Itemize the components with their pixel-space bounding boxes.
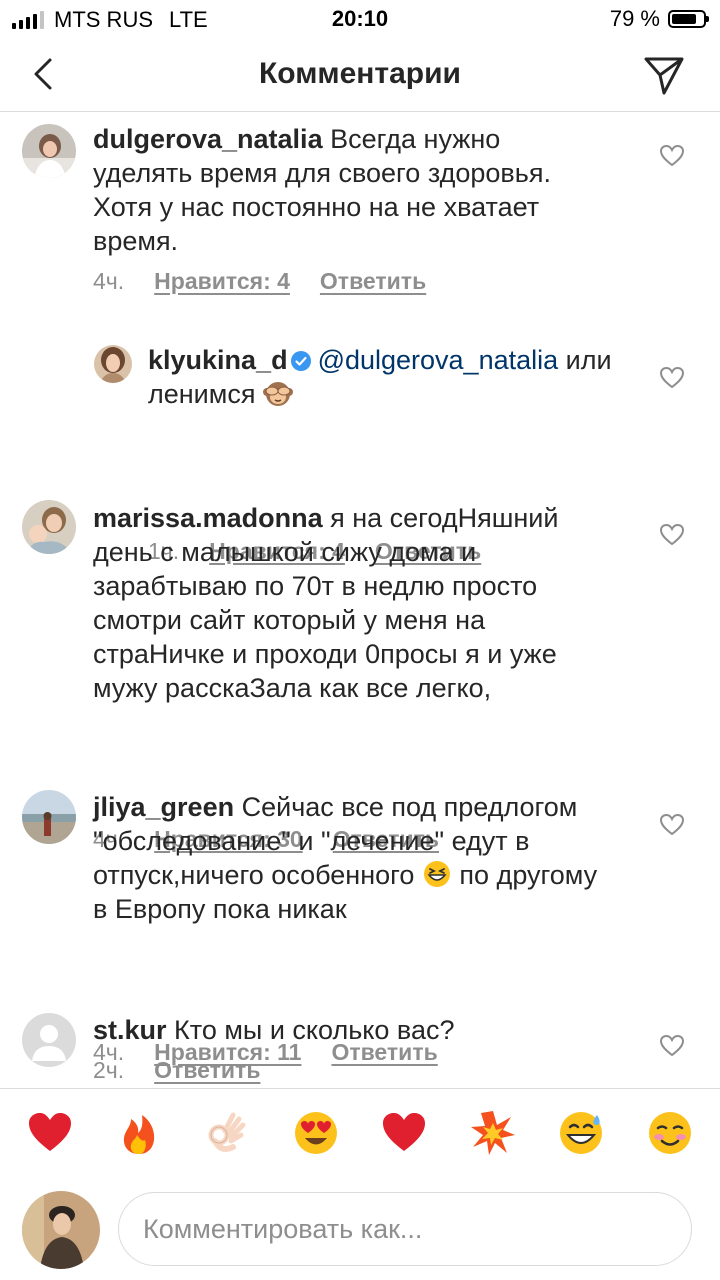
heart-eyes-icon[interactable] [292, 1109, 340, 1157]
comment-username[interactable]: st.kur [93, 1015, 167, 1045]
current-user-avatar [22, 1191, 100, 1269]
like-button[interactable] [659, 1034, 685, 1057]
comment-text: st.kur Кто мы и сколько вас? [93, 1013, 613, 1047]
comment-input[interactable] [118, 1192, 692, 1266]
grinning-squinting-face-icon [423, 861, 450, 887]
comment-composer [0, 1180, 720, 1280]
mention-link[interactable]: @dulgerova_natalia [318, 345, 559, 375]
comment-body: Кто мы и сколько вас? [174, 1015, 455, 1045]
battery-percent: 79 % [609, 6, 660, 31]
like-button[interactable] [659, 813, 685, 836]
fire-icon[interactable] [115, 1109, 163, 1157]
reply-link[interactable]: Ответить [154, 1057, 260, 1084]
comment-username[interactable]: marissa.madonna [93, 503, 323, 533]
paper-plane-icon [644, 57, 684, 95]
avatar[interactable] [22, 124, 76, 178]
avatar[interactable] [94, 345, 132, 383]
comment-body: я на сегодНяшний день с малышкой сижу до… [93, 503, 559, 703]
comment-username[interactable]: dulgerova_natalia [93, 124, 323, 154]
smiling-face-icon[interactable] [646, 1109, 694, 1157]
reply-link[interactable]: Ответить [320, 268, 426, 295]
like-button[interactable] [659, 366, 685, 389]
comment-time: 4ч. [93, 268, 125, 294]
comment-time: 2ч. [93, 1057, 125, 1083]
comment-meta: 2ч. Ответить [93, 1057, 260, 1084]
page-title: Комментарии [258, 57, 462, 90]
see-no-evil-monkey-icon [262, 382, 293, 406]
navigation-header: Комментарии [0, 40, 720, 112]
avatar-placeholder[interactable] [22, 1013, 76, 1067]
share-button[interactable] [642, 53, 686, 97]
heart-outline-icon [659, 523, 685, 546]
heart-outline-icon [659, 1034, 685, 1057]
heart-outline-icon [659, 144, 685, 167]
comment-text: klyukina_d @dulgerova_natalia или ленимся [148, 343, 628, 411]
like-button[interactable] [659, 523, 685, 546]
like-button[interactable] [659, 144, 685, 167]
likes-count-link[interactable]: Нравится: 4 [154, 268, 290, 295]
red-heart-icon[interactable] [26, 1109, 74, 1157]
verified-badge-icon [290, 351, 311, 371]
avatar[interactable] [22, 790, 76, 844]
comment-meta: 4ч. Нравится: 4 Ответить [93, 268, 426, 295]
comments-list[interactable]: dulgerova_natalia Всегда нужно уделять в… [0, 113, 720, 1088]
battery-icon [668, 10, 709, 28]
grinning-sweat-icon[interactable] [557, 1109, 605, 1157]
red-heart-icon[interactable] [380, 1109, 428, 1157]
collision-icon[interactable] [469, 1109, 517, 1157]
status-bar: MTS RUS LTE 20:10 79 % [0, 0, 720, 40]
heart-outline-icon [659, 366, 685, 389]
ok-hand-icon[interactable] [203, 1109, 251, 1157]
avatar[interactable] [22, 500, 76, 554]
comment-username[interactable]: jliya_green [93, 792, 234, 822]
comment-username[interactable]: klyukina_d [148, 345, 288, 375]
comment-text: jliya_green Сейчас все под предлогом "об… [93, 790, 613, 926]
heart-outline-icon [659, 813, 685, 836]
comment-text: dulgerova_natalia Всегда нужно уделять в… [93, 122, 573, 258]
quick-emoji-bar [0, 1088, 720, 1180]
comment-text: marissa.madonna я на сегодНяшний день с … [93, 501, 613, 705]
